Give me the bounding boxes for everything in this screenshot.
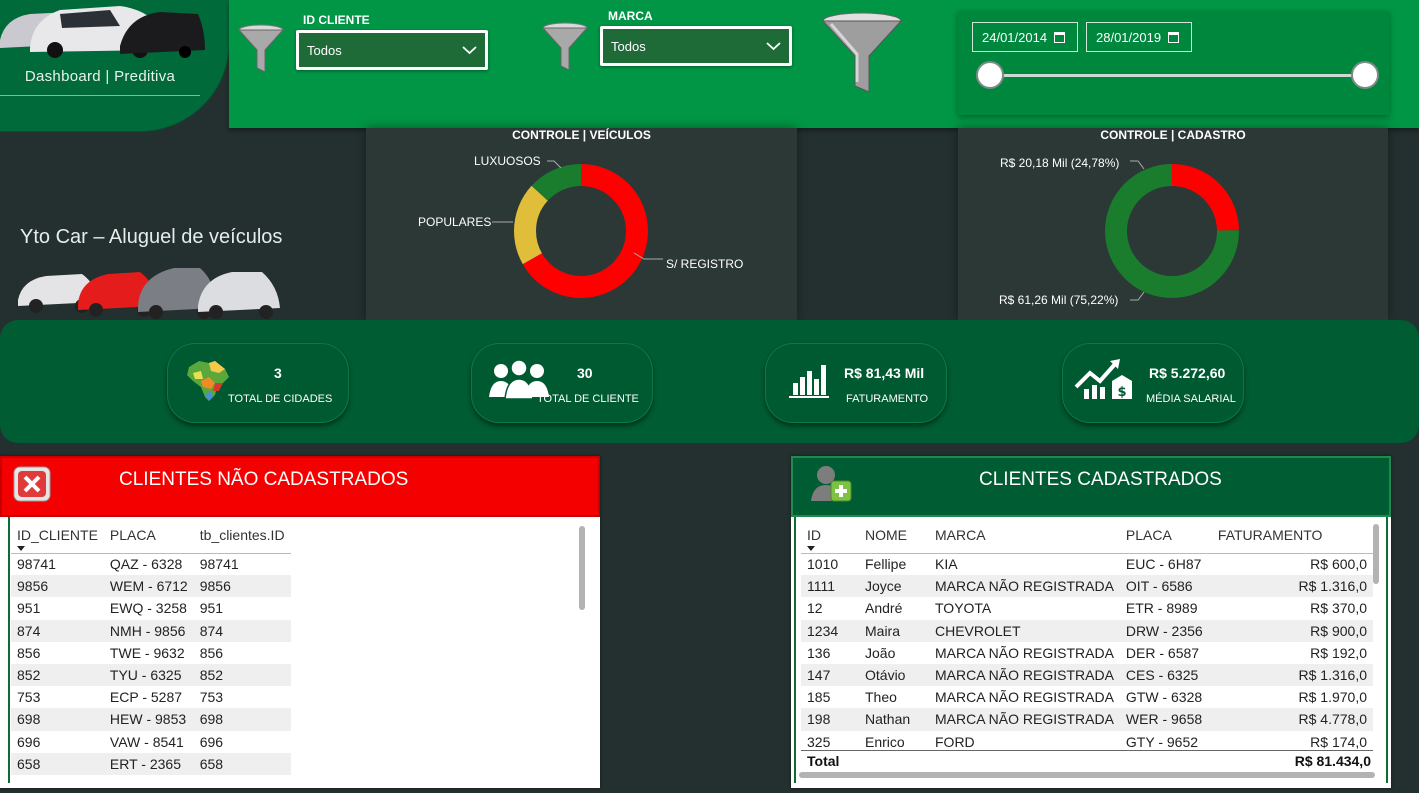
column-header-nome[interactable]: NOME — [859, 517, 929, 554]
kpi-media-value: R$ 5.272,60 — [1149, 365, 1226, 381]
marca-dropdown[interactable]: Todos — [600, 26, 792, 66]
table-row[interactable]: 1234 Maira CHEVROLET DRW - 2356 R$ 900,0 — [801, 619, 1373, 642]
bar-chart-icon — [789, 365, 829, 398]
kpi-total-cliente[interactable]: 30 TOTAL DE CLIENTE — [471, 343, 653, 423]
nao-cadastrados-table: ID_CLIENTE PLACA tb_clientes.ID 98741 QAZ… — [11, 517, 291, 775]
column-header-tb-clientes-id[interactable]: tb_clientes.ID — [193, 517, 291, 554]
add-user-icon — [811, 466, 852, 502]
table-row[interactable]: 856 TWE - 9632 856 — [11, 642, 291, 664]
brand-name: Yto Car – Aluguel de veículos — [20, 226, 283, 248]
kpi-faturamento[interactable]: R$ 81,43 Mil FATURAMENTO — [765, 343, 947, 423]
cars-illustration — [18, 268, 280, 319]
date-slider-start-handle[interactable] — [976, 61, 1004, 89]
table-row[interactable]: 696 VAW - 8541 696 — [11, 731, 291, 753]
date-range-slicer: 24/01/2014 28/01/2019 — [958, 11, 1389, 115]
date-slider-track[interactable] — [989, 74, 1365, 77]
table-row[interactable]: 98741 QAZ - 6328 98741 — [11, 553, 291, 575]
kpi-media-label: MÉDIA SALARIAL — [1146, 393, 1236, 405]
kpi-clientes-value: 30 — [577, 365, 593, 381]
cadastro-green-label: R$ 61,26 Mil (75,22%) — [999, 293, 1119, 307]
brazil-map-icon — [187, 361, 229, 401]
kpi-clientes-label: TOTAL DE CLIENTE — [537, 393, 639, 405]
table-row[interactable]: 951 EWQ - 3258 951 — [11, 597, 291, 619]
table-row[interactable]: 185 Theo MARCA NÃO REGISTRADA GTW - 6328 R$ … — [801, 686, 1373, 708]
column-header-marca[interactable]: MARCA — [929, 517, 1120, 554]
table-row[interactable]: 698 HEW - 9853 698 — [11, 708, 291, 731]
cadastrados-title: CLIENTES CADASTRADOS — [979, 469, 1222, 490]
table-row[interactable]: 147 Otávio MARCA NÃO REGISTRADA CES - 6325 R… — [801, 663, 1373, 687]
kpi-faturamento-label: FATURAMENTO — [846, 393, 929, 405]
table-row[interactable]: 852 TYU - 6325 852 — [11, 663, 291, 687]
calendar-icon — [1054, 31, 1066, 43]
populares-label: POPULARES — [418, 215, 492, 229]
column-header-faturamento[interactable]: FATURAMENTO — [1211, 517, 1373, 554]
column-header-placa[interactable]: PLACA — [103, 517, 194, 554]
end-date-value: 28/01/2019 — [1096, 29, 1162, 45]
kpi-media-salarial[interactable]: $ R$ 5.272,60 MÉDIA SALARIAL — [1062, 343, 1244, 423]
kpi-cidades-label: TOTAL DE CIDADES — [228, 393, 333, 405]
total-value: R$ 81.434,0 — [1294, 753, 1371, 769]
cadastro-chart-card: CONTROLE | CADASTRO R$ 20,18 Mil (24,78%… — [958, 128, 1388, 320]
table-row[interactable]: 1010 Fellipe KIA EUC - 6H87 R$ 600,0 — [801, 553, 1373, 575]
vehicles-chart-card: CONTROLE | VEÍCULOS LUXUOSOS POPULARES S… — [366, 128, 797, 320]
table-header-row: ID_CLIENTE PLACA tb_clientes.ID — [11, 517, 291, 554]
id-cliente-dropdown-value: Todos — [307, 42, 342, 58]
column-header-id[interactable]: ID — [801, 517, 859, 554]
horizontal-scrollbar[interactable] — [799, 772, 1375, 778]
vertical-scrollbar[interactable] — [1373, 524, 1379, 584]
sort-descending-icon — [17, 545, 25, 551]
svg-text:$: $ — [1117, 385, 1126, 400]
total-divider — [801, 750, 1373, 751]
filter-funnel-icon — [237, 24, 285, 72]
table-row[interactable]: 12 André TOYOTA ETR - 8989 R$ 370,0 — [801, 597, 1373, 619]
total-label: Total — [807, 753, 840, 769]
table-row[interactable]: 753 ECP - 5287 753 — [11, 686, 291, 708]
cadastrados-table: ID NOME MARCA PLACA FATURAMENTO 1010 Fell… — [801, 517, 1373, 753]
kpi-cidades-value: 3 — [274, 365, 282, 381]
vertical-scrollbar[interactable] — [579, 526, 585, 610]
marca-dropdown-value: Todos — [611, 38, 646, 54]
end-date-input[interactable]: 28/01/2019 — [1086, 22, 1192, 52]
calendar-icon — [1168, 31, 1180, 43]
kpi-faturamento-value: R$ 81,43 Mil — [844, 365, 925, 381]
clientes-cadastrados-card: CLIENTES CADASTRADOS ID NOME MARCA PLACA… — [791, 456, 1391, 788]
id-cliente-dropdown[interactable]: Todos — [296, 30, 488, 70]
table-row[interactable]: 136 João MARCA NÃO REGISTRADA DER - 6587 R$ … — [801, 642, 1373, 664]
close-icon — [13, 466, 51, 502]
start-date-value: 24/01/2014 — [982, 29, 1048, 45]
cadastro-red-label: R$ 20,18 Mil (24,78%) — [1000, 156, 1120, 170]
cars-logo-image — [0, 0, 205, 58]
cadastrados-header: CLIENTES CADASTRADOS — [791, 456, 1391, 517]
kpi-total-cidades[interactable]: 3 TOTAL DE CIDADES — [167, 343, 349, 423]
clear-filters-funnel-icon[interactable] — [821, 12, 903, 92]
nao-cadastrados-title: CLIENTES NÃO CADASTRADOS — [119, 469, 409, 490]
table-row[interactable]: 9856 WEM - 6712 9856 — [11, 575, 291, 598]
marca-filter-label: MARCA — [608, 9, 653, 23]
kpi-strip: 3 TOTAL DE CIDADES 30 TOTAL DE CLIENTE R… — [0, 320, 1419, 443]
clientes-nao-cadastrados-card: CLIENTES NÃO CADASTRADOS ID_CLIENTE PLAC… — [0, 456, 600, 788]
start-date-input[interactable]: 24/01/2014 — [972, 22, 1078, 52]
table-row[interactable]: 874 NMH - 9856 874 — [11, 619, 291, 642]
table-row[interactable]: 198 Nathan MARCA NÃO REGISTRADA WER - 9658 R… — [801, 708, 1373, 731]
title-divider — [0, 95, 200, 96]
sem-registro-label: S/ REGISTRO — [666, 257, 744, 271]
dashboard-title: Dashboard | Preditiva — [24, 68, 176, 85]
column-header-id-cliente[interactable]: ID_CLIENTE — [11, 517, 104, 554]
chevron-down-icon — [462, 46, 477, 55]
id-cliente-filter-label: ID CLIENTE — [303, 13, 370, 27]
table-row[interactable]: 658 ERT - 2365 658 — [11, 752, 291, 775]
table-row[interactable]: 1111 Joyce MARCA NÃO REGISTRADA OIT - 6586 R… — [801, 575, 1373, 598]
luxuosos-label: LUXUOSOS — [474, 154, 541, 168]
filter-funnel-icon — [541, 22, 589, 70]
investment-growth-icon: $ — [1074, 359, 1132, 400]
date-slider-end-handle[interactable] — [1351, 61, 1379, 89]
sort-descending-icon — [807, 545, 815, 551]
chevron-down-icon — [766, 42, 781, 51]
column-header-placa[interactable]: PLACA — [1119, 517, 1212, 554]
table-header-row: ID NOME MARCA PLACA FATURAMENTO — [801, 517, 1373, 554]
nao-cadastrados-header: CLIENTES NÃO CADASTRADOS — [0, 456, 600, 517]
